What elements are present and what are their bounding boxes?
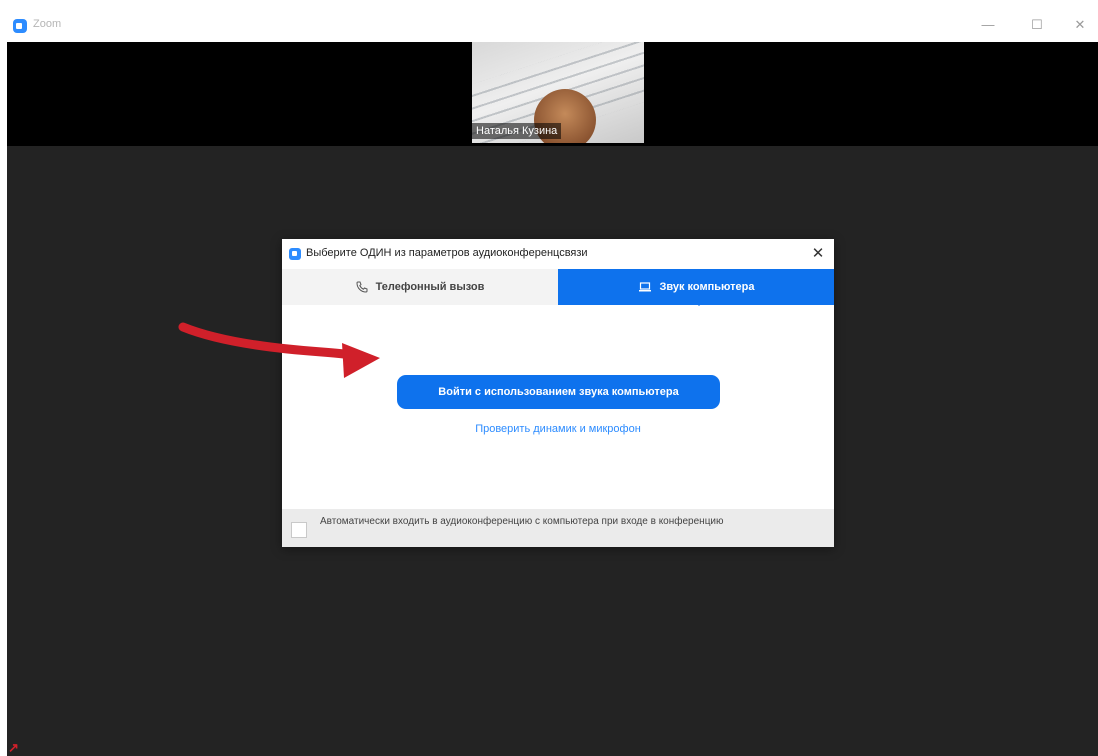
annotation-mark: ↗ — [8, 740, 19, 755]
red-arrow-annotation — [178, 322, 380, 378]
